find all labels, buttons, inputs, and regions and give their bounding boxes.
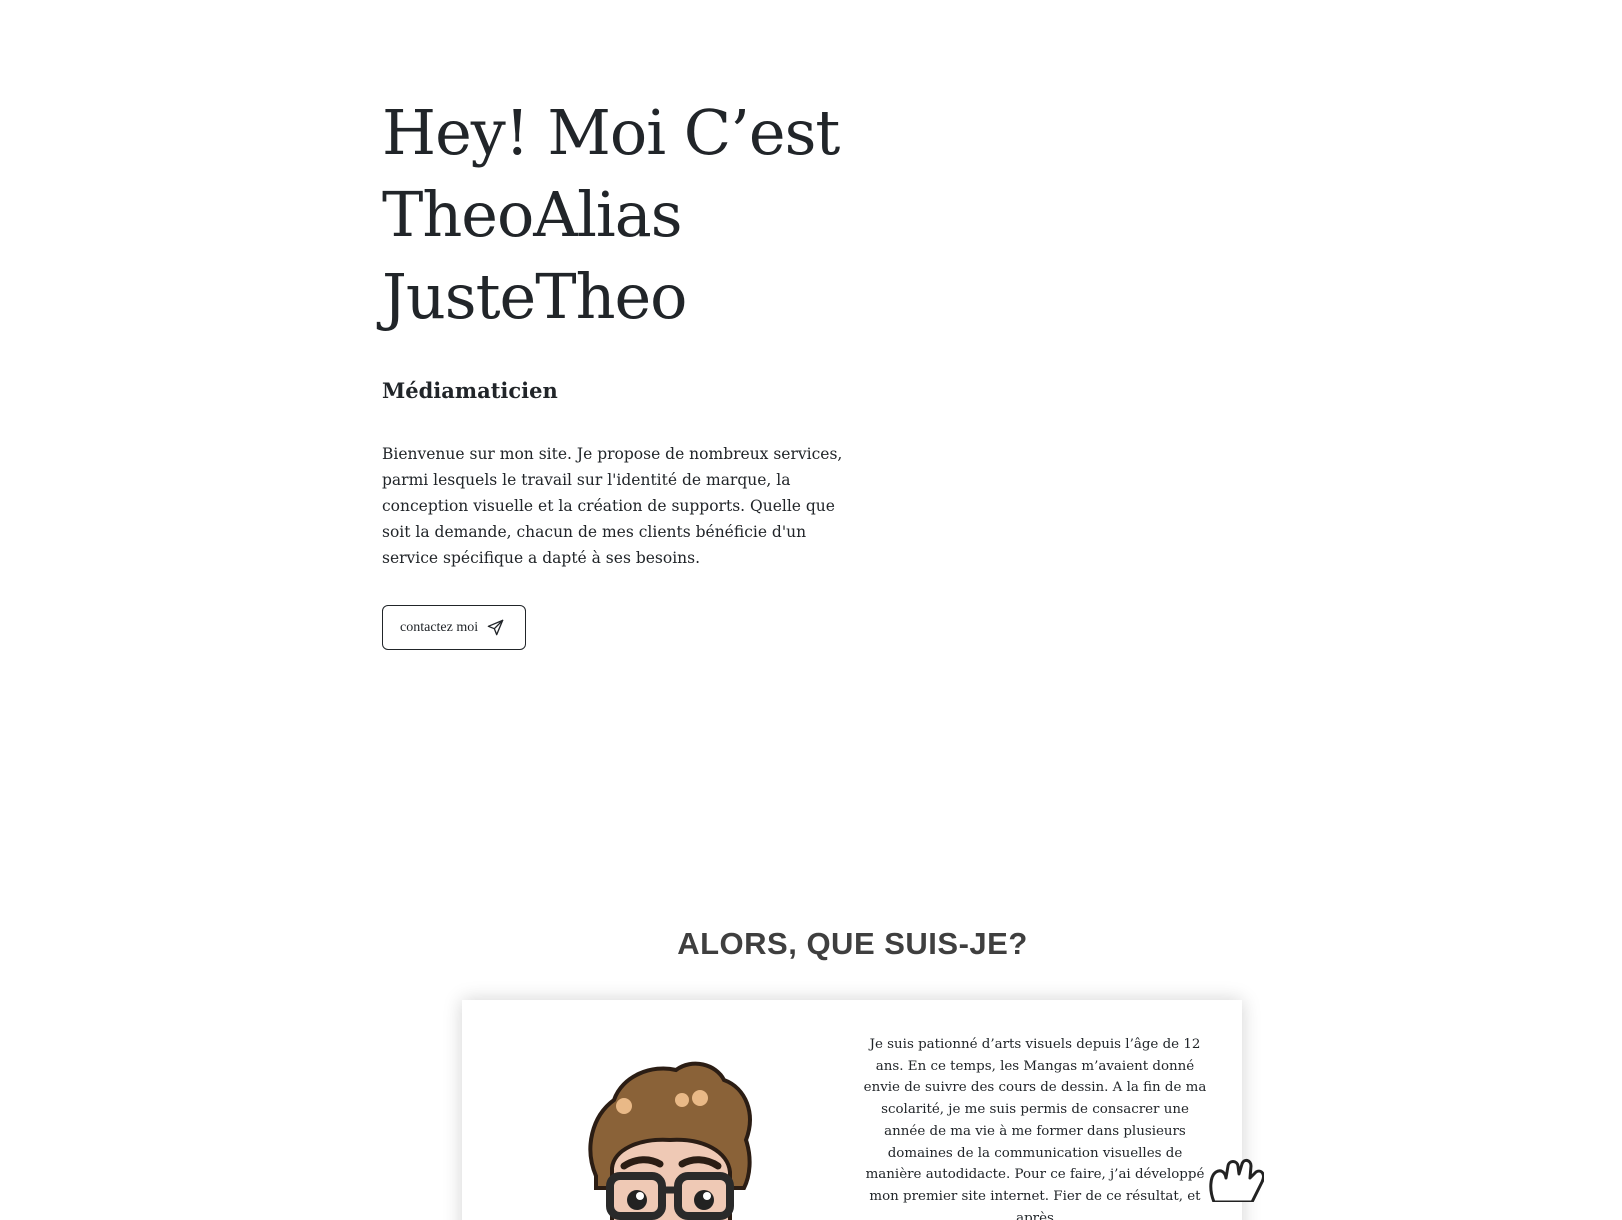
waving-hand-icon [1209,1158,1264,1202]
section-heading: ALORS, QUE SUIS-JE? [677,926,1028,961]
hero-intro-text: Bienvenue sur mon site. Je propose de no… [382,445,843,567]
contact-button[interactable]: contactez moi [382,605,527,650]
hero-section: Hey! Moi C’est TheoAlias JusteTheo Média… [382,92,862,650]
hero-title-line-1: Hey! Moi C’est [382,96,840,169]
about-card: Je suis pationné d’arts visuels depuis l… [462,1000,1242,1220]
hero-title-line-2: TheoAlias [382,178,683,251]
hero-title: Hey! Moi C’est TheoAlias JusteTheo [382,92,862,338]
contact-button-label: contactez moi [400,619,479,635]
paper-plane-icon [487,619,504,636]
hero-title-line-3: JusteTheo [382,260,688,333]
about-text: Je suis pationné d’arts visuels depuis l… [863,1037,1207,1220]
cartoon-avatar-icon [588,1061,752,1220]
hero-subtitle: Médiamaticien [382,378,558,403]
